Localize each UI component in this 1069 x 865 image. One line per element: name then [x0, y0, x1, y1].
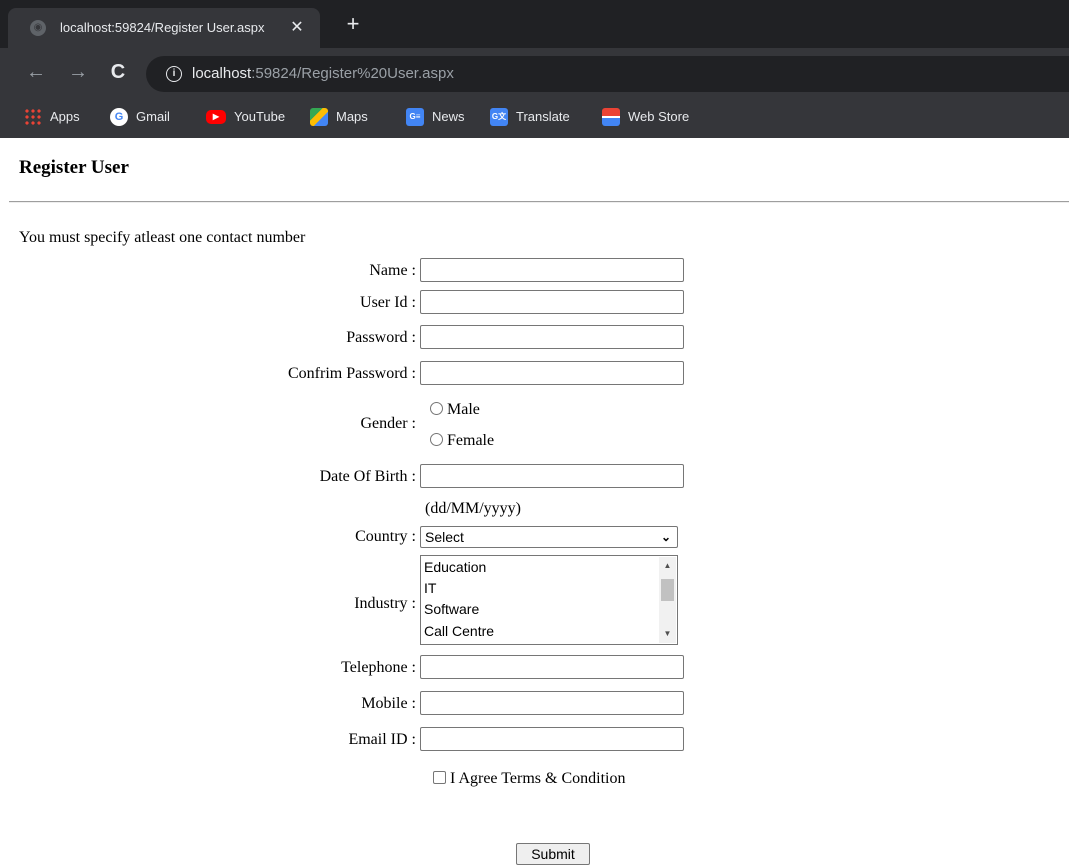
- gender-female-option[interactable]: Female: [430, 431, 494, 451]
- bookmark-label: YouTube: [234, 109, 286, 124]
- male-label: Male: [447, 401, 480, 418]
- bookmark-apps[interactable]: Apps: [24, 107, 80, 127]
- chevron-down-icon: ⌄: [660, 530, 671, 544]
- terms-checkbox[interactable]: [433, 770, 446, 784]
- gender-male-option[interactable]: Male: [430, 400, 480, 420]
- news-icon: G≡: [406, 107, 424, 126]
- bookmark-translate[interactable]: G文 Translate: [490, 107, 570, 127]
- listbox-scrollbar[interactable]: ▲ ▼: [659, 557, 676, 643]
- apps-grid-icon: [24, 107, 42, 126]
- email-label: Email ID :: [348, 731, 416, 748]
- maps-icon: [310, 107, 328, 126]
- female-radio[interactable]: [430, 432, 443, 446]
- mobile-label: Mobile :: [361, 695, 416, 712]
- close-tab-icon[interactable]: ✕: [286, 17, 308, 39]
- confirm-password-label: Confrim Password :: [288, 365, 416, 382]
- password-input[interactable]: [420, 325, 684, 349]
- scroll-up-icon[interactable]: ▲: [659, 559, 676, 573]
- telephone-input[interactable]: [420, 655, 684, 679]
- email-input[interactable]: [420, 727, 684, 751]
- name-label: Name :: [369, 262, 416, 279]
- mobile-input[interactable]: [420, 691, 684, 715]
- bookmark-youtube[interactable]: ▶ YouTube: [206, 107, 285, 127]
- male-radio[interactable]: [430, 401, 443, 415]
- google-icon: G: [110, 107, 128, 126]
- dob-format-hint: (dd/MM/yyyy): [425, 500, 521, 517]
- browser-tab[interactable]: ◉ localhost:59824/Register User.aspx ✕: [8, 8, 320, 48]
- name-input[interactable]: [420, 258, 684, 282]
- terms-label: I Agree Terms & Condition: [450, 770, 626, 787]
- scroll-thumb[interactable]: [661, 579, 674, 601]
- bookmark-label: Maps: [336, 109, 368, 124]
- dob-label: Date Of Birth :: [319, 468, 416, 485]
- industry-option[interactable]: IT: [424, 578, 436, 598]
- url-text: localhost:59824/Register%20User.aspx: [192, 65, 454, 83]
- industry-label: Industry :: [354, 595, 416, 612]
- telephone-label: Telephone :: [341, 659, 416, 676]
- gender-label: Gender :: [360, 415, 416, 432]
- bookmark-label: News: [432, 109, 465, 124]
- youtube-icon: ▶: [206, 109, 226, 124]
- confirm-password-input[interactable]: [420, 361, 684, 385]
- submit-button[interactable]: Submit: [516, 843, 590, 865]
- tab-strip: ◉ localhost:59824/Register User.aspx ✕ +: [0, 0, 1069, 48]
- bookmarks-bar: Apps G Gmail ▶ YouTube Maps G≡ News G文 Trans…: [0, 96, 1069, 138]
- industry-listbox[interactable]: Education IT Software Call Centre ▲ ▼: [420, 555, 678, 645]
- validation-notice: You must specify atleast one contact num…: [19, 229, 306, 246]
- bookmark-label: Web Store: [628, 109, 690, 124]
- bookmark-label: Translate: [516, 109, 570, 124]
- terms-agreement[interactable]: I Agree Terms & Condition: [433, 769, 625, 789]
- translate-icon: G文: [490, 107, 508, 126]
- industry-option[interactable]: Call Centre: [424, 621, 494, 641]
- female-label: Female: [447, 432, 495, 449]
- bookmark-web-store[interactable]: Web Store: [602, 107, 689, 127]
- scroll-down-icon[interactable]: ▼: [659, 627, 676, 641]
- password-label: Password :: [346, 329, 416, 346]
- new-tab-button[interactable]: +: [342, 13, 364, 35]
- reload-icon[interactable]: C: [106, 60, 130, 84]
- userid-input[interactable]: [420, 290, 684, 314]
- bookmark-label: Apps: [50, 109, 80, 124]
- page-title: Register User: [19, 157, 129, 178]
- dob-input[interactable]: [420, 464, 684, 488]
- country-label: Country :: [355, 528, 416, 545]
- back-arrow-icon[interactable]: ←: [24, 60, 48, 84]
- tab-title: localhost:59824/Register User.aspx: [60, 20, 265, 35]
- bookmark-maps[interactable]: Maps: [310, 107, 368, 127]
- address-bar[interactable]: i localhost:59824/Register%20User.aspx: [146, 56, 1069, 92]
- web-store-icon: [602, 107, 620, 126]
- bookmark-label: Gmail: [136, 109, 170, 124]
- url-path: :59824/Register%20User.aspx: [251, 65, 454, 82]
- bookmark-gmail[interactable]: G Gmail: [110, 107, 170, 127]
- industry-option[interactable]: Education: [424, 557, 486, 577]
- bookmark-news[interactable]: G≡ News: [406, 107, 465, 127]
- country-selected-value: Select: [425, 529, 464, 545]
- industry-option[interactable]: Software: [424, 599, 479, 619]
- horizontal-rule: [9, 201, 1069, 203]
- url-host: localhost: [192, 65, 252, 82]
- info-icon[interactable]: i: [166, 66, 182, 82]
- country-select[interactable]: Select ⌄: [420, 526, 678, 548]
- globe-icon: ◉: [30, 20, 46, 36]
- userid-label: User Id :: [360, 294, 416, 311]
- forward-arrow-icon[interactable]: →: [66, 60, 90, 84]
